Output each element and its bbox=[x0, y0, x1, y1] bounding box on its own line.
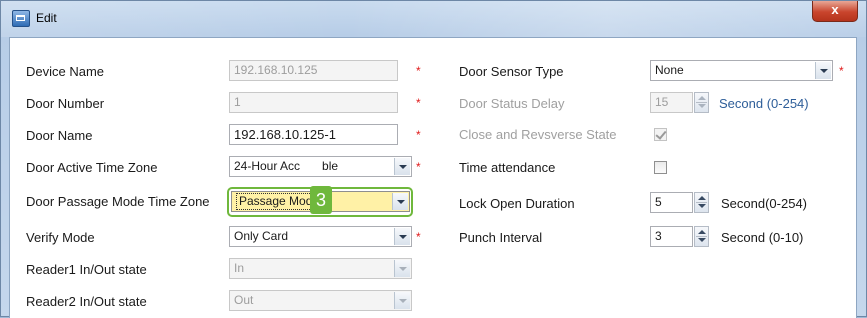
chevron-down-icon[interactable] bbox=[815, 62, 831, 79]
reader1-state-label: Reader1 In/Out state bbox=[26, 262, 147, 277]
door-name-input[interactable]: 192.168.10.125-1 bbox=[229, 124, 398, 145]
reader1-state-select[interactable]: In bbox=[229, 258, 412, 279]
door-status-delay-spinner[interactable] bbox=[694, 92, 709, 113]
punch-interval-unit: Second (0-10) bbox=[721, 230, 804, 245]
lock-open-duration-spinner[interactable] bbox=[694, 192, 709, 213]
verify-mode-label: Verify Mode bbox=[26, 230, 95, 245]
chevron-down-icon[interactable] bbox=[392, 193, 408, 210]
reader2-state-select[interactable]: Out bbox=[229, 290, 412, 311]
door-sensor-type-select[interactable]: None bbox=[650, 60, 833, 81]
required-marker: * bbox=[839, 64, 844, 78]
required-marker: * bbox=[416, 230, 421, 244]
door-sensor-type-label: Door Sensor Type bbox=[459, 64, 564, 79]
punch-interval-label: Punch Interval bbox=[459, 230, 543, 245]
required-marker: * bbox=[416, 160, 421, 174]
reader2-state-label: Reader2 In/Out state bbox=[26, 294, 147, 309]
door-name-label: Door Name bbox=[26, 128, 93, 143]
door-status-delay-label: Door Status Delay bbox=[459, 96, 565, 111]
door-passage-mode-label: Door Passage Mode Time Zone bbox=[26, 194, 210, 209]
lock-open-duration-unit: Second(0-254) bbox=[721, 196, 807, 211]
door-active-time-zone-value-end: ble bbox=[322, 159, 339, 173]
verify-mode-select[interactable]: Only Card bbox=[229, 226, 412, 247]
close-reverse-state-checkbox[interactable] bbox=[654, 128, 667, 141]
verify-mode-value: Only Card bbox=[234, 229, 289, 243]
checkmark-icon bbox=[655, 128, 667, 140]
window-title: Edit bbox=[36, 11, 57, 25]
close-button[interactable]: x bbox=[812, 1, 858, 22]
door-number-field[interactable]: 1 bbox=[229, 92, 398, 113]
chevron-down-icon[interactable] bbox=[394, 228, 410, 245]
punch-interval-input[interactable]: 3 bbox=[650, 226, 693, 247]
door-active-time-zone-label: Door Active Time Zone bbox=[26, 160, 158, 175]
chevron-down-icon[interactable] bbox=[394, 158, 410, 175]
title-bar[interactable]: Edit x bbox=[1, 1, 866, 37]
door-status-delay-input[interactable]: 15 bbox=[650, 92, 693, 113]
window-icon bbox=[12, 10, 30, 27]
door-number-label: Door Number bbox=[26, 96, 105, 111]
device-name-field[interactable]: 192.168.10.125 bbox=[229, 60, 398, 81]
required-marker: * bbox=[416, 128, 421, 142]
edit-dialog: Edit x Device Name 192.168.10.125 * Door… bbox=[0, 0, 867, 318]
step-number-badge: 3 bbox=[310, 186, 332, 214]
lock-open-duration-input[interactable]: 5 bbox=[650, 192, 693, 213]
door-active-time-zone-select[interactable]: 24-Hour Acc ble bbox=[229, 156, 412, 177]
punch-interval-spinner[interactable] bbox=[694, 226, 709, 247]
required-marker: * bbox=[416, 96, 421, 110]
reader2-state-value: Out bbox=[234, 293, 254, 307]
door-active-time-zone-value-start: 24-Hour Acc bbox=[234, 159, 301, 173]
device-name-label: Device Name bbox=[26, 64, 105, 79]
reader1-state-value: In bbox=[234, 261, 245, 275]
lock-open-duration-label: Lock Open Duration bbox=[459, 196, 575, 211]
chevron-down-icon[interactable] bbox=[394, 260, 410, 277]
door-sensor-type-value: None bbox=[655, 63, 684, 77]
time-attendance-label: Time attendance bbox=[459, 160, 556, 175]
required-marker: * bbox=[416, 64, 421, 78]
time-attendance-checkbox[interactable] bbox=[654, 161, 667, 174]
close-reverse-state-label: Close and Revsverse State bbox=[459, 127, 617, 142]
door-status-delay-unit: Second (0-254) bbox=[719, 96, 809, 111]
dialog-content: Device Name 192.168.10.125 * Door Number… bbox=[9, 37, 857, 318]
chevron-down-icon[interactable] bbox=[394, 292, 410, 309]
